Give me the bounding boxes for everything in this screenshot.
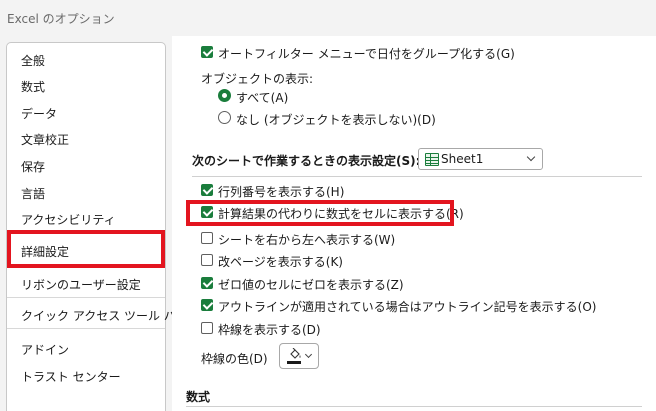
sidebar-item-accessibility[interactable]: アクセシビリティ: [21, 211, 116, 228]
color-swatch-bar: [287, 361, 301, 364]
section-divider: [186, 406, 642, 407]
objects-none-label: なし (オブジェクトを表示しない)(D): [236, 113, 436, 127]
sidebar-item-formulas[interactable]: 数式: [21, 78, 45, 95]
title-bar: Excel のオプション: [0, 0, 656, 36]
section-divider: [192, 176, 642, 177]
sidebar-item-quick-access-toolbar[interactable]: クイック アクセス ツール バー: [21, 307, 188, 324]
sidebar-item-save[interactable]: 保存: [21, 158, 45, 175]
right-to-left-label: シートを右から左へ表示する(W): [218, 233, 396, 247]
right-to-left-checkbox[interactable]: [201, 232, 213, 244]
show-zero-values-label: ゼロ値のセルにゼロを表示する(Z): [218, 278, 404, 292]
sidebar: 全般 数式 データ 文章校正 保存 言語 アクセシビリティ 詳細設定 リボンのユ…: [6, 42, 188, 411]
formulas-section-heading: 数式: [186, 390, 211, 404]
highlight-box-sidebar: [7, 230, 165, 268]
objects-all-label: すべて(A): [236, 91, 289, 105]
show-page-breaks-label: 改ページを表示する(K): [218, 255, 343, 269]
sidebar-divider: [7, 297, 165, 298]
sidebar-item-data[interactable]: データ: [21, 105, 57, 122]
window-title: Excel のオプション: [7, 12, 115, 26]
autofilter-group-dates-label: オートフィルター メニューで日付をグループ化する(G): [218, 47, 515, 61]
gridline-color-picker[interactable]: [279, 343, 319, 369]
show-gridlines-checkbox[interactable]: [201, 322, 213, 334]
sidebar-item-proofing[interactable]: 文章校正: [21, 131, 69, 148]
sheet-select-value: Sheet1: [441, 152, 484, 166]
objects-none-radio[interactable]: [218, 111, 231, 124]
objects-display-label: オブジェクトの表示:: [201, 72, 314, 86]
sidebar-divider: [7, 328, 165, 329]
show-row-column-headers-label: 行列番号を表示する(H): [218, 185, 345, 199]
sidebar-item-customize-ribbon[interactable]: リボンのユーザー設定: [21, 276, 141, 293]
objects-all-radio[interactable]: [218, 89, 231, 102]
show-row-column-headers-checkbox[interactable]: [201, 184, 213, 196]
sheet-display-settings-heading: 次のシートで作業するときの表示設定(S):: [192, 154, 421, 168]
chevron-down-icon: [304, 350, 313, 359]
sidebar-item-trust-center[interactable]: トラスト センター: [21, 368, 121, 385]
show-zero-values-checkbox[interactable]: [201, 277, 213, 289]
highlight-box-show-formulas: [186, 200, 454, 226]
show-outline-symbols-checkbox[interactable]: [201, 299, 213, 311]
chevron-down-icon: [526, 152, 536, 162]
autofilter-group-dates-checkbox[interactable]: [201, 46, 213, 58]
sidebar-item-general[interactable]: 全般: [21, 52, 45, 69]
sheet-select-dropdown[interactable]: Sheet1: [418, 148, 543, 170]
sidebar-item-language[interactable]: 言語: [21, 185, 45, 202]
sidebar-item-addins[interactable]: アドイン: [21, 341, 69, 358]
show-gridlines-label: 枠線を表示する(D): [218, 323, 321, 337]
gridline-color-label: 枠線の色(D): [201, 352, 268, 366]
excel-sheet-icon: [425, 153, 439, 166]
paint-bucket-icon: [290, 348, 301, 359]
show-page-breaks-checkbox[interactable]: [201, 254, 213, 266]
show-outline-symbols-label: アウトラインが適用されている場合はアウトライン記号を表示する(O): [218, 300, 597, 314]
